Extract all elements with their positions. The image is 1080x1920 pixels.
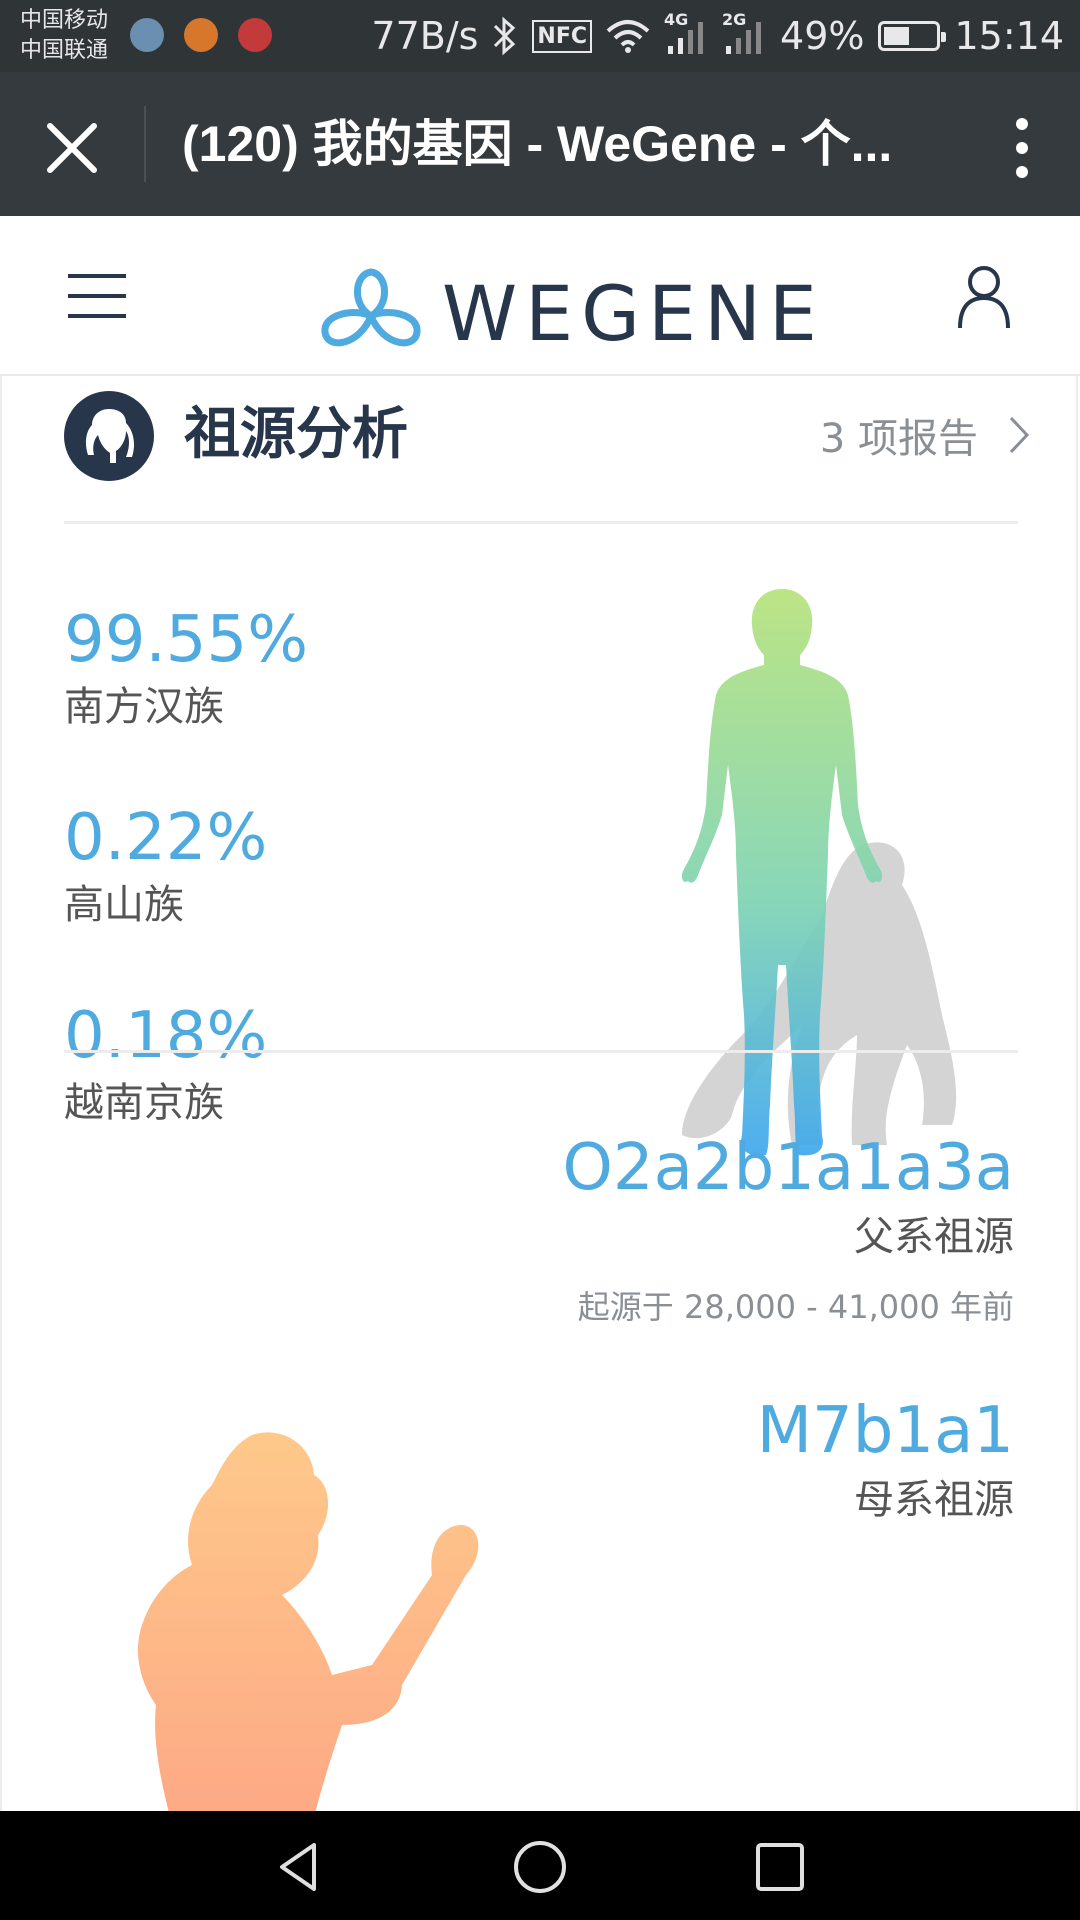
chevron-right-icon — [1009, 416, 1030, 454]
ancestry-item[interactable]: 99.55% 南方汉族 — [64, 605, 308, 803]
wifi-icon — [606, 20, 650, 53]
close-icon[interactable] — [36, 112, 108, 184]
human-evolution-illustration — [681, 589, 957, 1156]
caveman-illustration — [137, 1432, 479, 1811]
section-title: 祖源分析 — [184, 402, 408, 467]
ancestry-item[interactable]: 0.18% 越南京族 — [64, 1001, 308, 1199]
ancestry-item[interactable]: 0.22% 高山族 — [64, 803, 308, 1001]
age-range: 28,000 - 41,000 — [683, 1288, 940, 1326]
carrier-labels: 中国移动 中国联通 — [20, 6, 108, 66]
home-icon[interactable] — [510, 1837, 570, 1897]
battery-percent: 49% — [780, 14, 865, 58]
page-title: (120) 我的基因 - WeGene - 个... — [182, 116, 893, 172]
signal-2g: 2G — [722, 10, 766, 56]
ancestry-name: 越南京族 — [64, 1080, 224, 1126]
signal-2g-icon — [726, 22, 762, 54]
battery-level — [884, 27, 910, 45]
paternal-code: O2a2b1a1a3a — [562, 1131, 1014, 1205]
paternal-age: 起源于 28,000 - 41,000 年前 — [563, 1284, 1014, 1330]
reports-link[interactable]: 3 项报告 — [820, 401, 1030, 469]
app-header: WEGENE — [0, 216, 1080, 376]
battery-icon — [878, 21, 947, 51]
status-bar: 中国移动 中国联通 77B/s NFC 4G 2G 49% 15:14 — [0, 0, 1080, 72]
reports-count: 3 项报告 — [819, 416, 978, 462]
back-icon[interactable] — [270, 1837, 330, 1897]
user-profile-icon[interactable] — [956, 264, 1012, 330]
net-speed: 77B/s — [371, 14, 479, 58]
carrier-1: 中国移动 — [20, 8, 109, 33]
maternal-haplogroup[interactable]: M7b1a1 母系祖源 — [757, 1395, 1014, 1527]
weibo-app-icon — [238, 18, 272, 52]
clock: 15:14 — [954, 14, 1064, 58]
title-divider — [144, 106, 146, 182]
hamburger-menu-icon[interactable] — [68, 274, 128, 320]
ancestry-name: 南方汉族 — [64, 684, 224, 730]
caveman-silhouette — [137, 1432, 479, 1811]
recent-apps-icon[interactable] — [750, 1837, 810, 1897]
nfc-icon: NFC — [532, 19, 593, 53]
game-app-icon — [184, 18, 218, 52]
carrier-2: 中国联通 — [20, 38, 109, 63]
ancestry-list: 99.55% 南方汉族 0.22% 高山族 0.18% 越南京族 — [64, 605, 308, 1199]
section-divider — [64, 521, 1018, 524]
ancestry-percent: 0.18% — [64, 999, 268, 1073]
bluetooth-icon — [494, 16, 516, 56]
paternal-label: 父系祖源 — [854, 1214, 1014, 1260]
wegene-logo-icon — [321, 268, 421, 347]
maternal-label: 母系祖源 — [854, 1477, 1014, 1523]
ancestry-percent: 0.22% — [64, 801, 268, 875]
signal-4g: 4G — [664, 10, 708, 56]
more-options-icon[interactable] — [992, 110, 1052, 186]
signal-4g-icon — [668, 22, 704, 54]
age-prefix: 起源于 — [577, 1288, 674, 1326]
browser-title-bar: (120) 我的基因 - WeGene - 个... — [0, 72, 1080, 216]
ancestry-name: 高山族 — [64, 882, 184, 928]
ancestry-card: 祖源分析 3 项报告 99.55% 南方汉族 0.22% 高山族 0.18% 越… — [0, 375, 1078, 1811]
maternal-code: M7b1a1 — [756, 1394, 1014, 1468]
paternal-haplogroup[interactable]: O2a2b1a1a3a 父系祖源 起源于 28,000 - 41,000 年前 — [563, 1132, 1014, 1330]
system-navigation-bar — [0, 1811, 1080, 1920]
section-divider — [64, 1050, 1018, 1053]
status-right: 77B/s NFC 4G 2G 49% 15:14 — [371, 10, 1064, 60]
ape-icon — [85, 409, 134, 463]
ancestry-section-icon — [64, 391, 154, 481]
ancestry-percent: 99.55% — [64, 603, 309, 677]
weather-app-icon — [130, 18, 164, 52]
age-suffix: 年前 — [949, 1288, 1014, 1326]
wegene-logo-text[interactable]: WEGENE — [442, 274, 825, 354]
